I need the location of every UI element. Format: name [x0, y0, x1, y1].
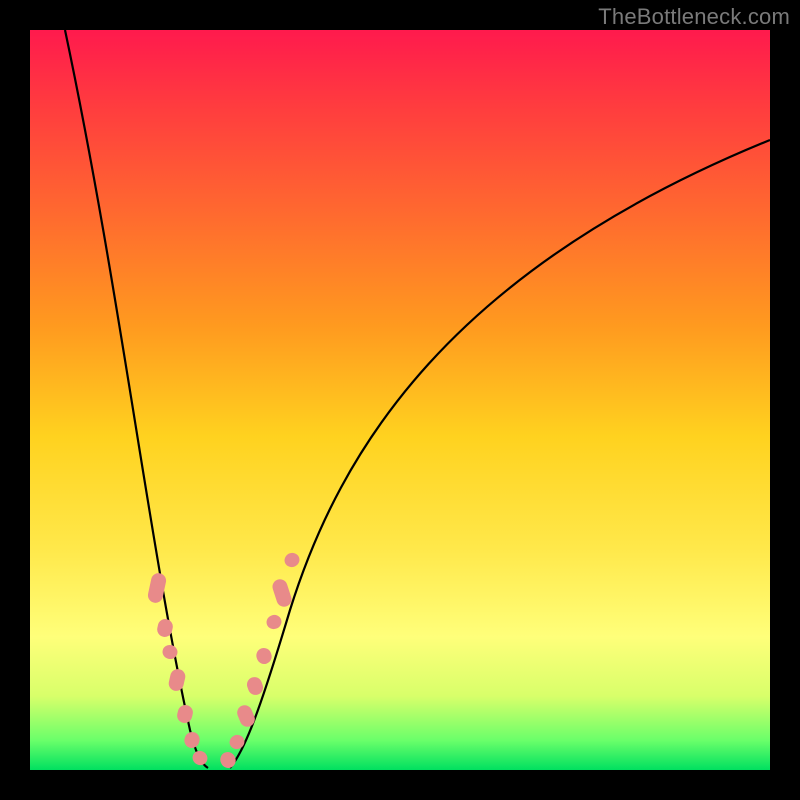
beads-right-group: [218, 551, 301, 770]
bead: [245, 675, 265, 697]
beads-left-group: [147, 572, 210, 768]
left-curve: [65, 30, 208, 768]
bead: [176, 703, 195, 724]
bead: [218, 750, 238, 771]
bead: [167, 668, 187, 693]
bead: [183, 730, 202, 750]
bead: [283, 551, 301, 569]
bead: [227, 733, 246, 752]
chart-plot-area: [30, 30, 770, 770]
bead: [235, 703, 257, 729]
bead: [271, 577, 294, 608]
bead: [190, 749, 209, 768]
bead: [265, 613, 284, 631]
bead: [254, 646, 273, 666]
watermark-text: TheBottleneck.com: [598, 4, 790, 30]
right-curve: [230, 140, 770, 768]
chart-svg: [30, 30, 770, 770]
